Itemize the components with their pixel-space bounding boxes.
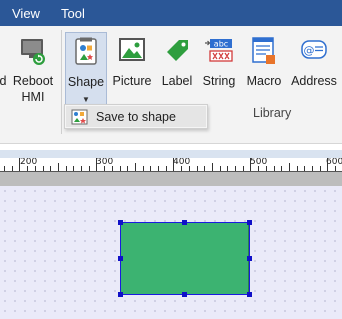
ruler-tick [335, 166, 337, 171]
ruler-tick [111, 166, 113, 171]
resize-handle-top[interactable] [182, 220, 187, 225]
resize-handle-right[interactable] [247, 256, 252, 261]
picture-label: Picture [112, 74, 152, 88]
svg-text:abc: abc [214, 40, 228, 49]
ruler-tick [11, 166, 13, 171]
ruler-tick [50, 166, 52, 171]
ruler-tick [312, 166, 313, 171]
shape-icon [75, 37, 97, 65]
ruler-tick [173, 158, 175, 171]
resize-handle-bottom-right[interactable] [247, 292, 252, 297]
resize-handle-top-left[interactable] [118, 220, 123, 225]
ruler-tick [219, 166, 221, 171]
ruler-tick [134, 163, 136, 171]
ruler-shadow [0, 172, 342, 186]
address-button[interactable]: @ Address [290, 32, 338, 124]
library-group-label: Library [253, 106, 292, 120]
ruler-tick [188, 166, 190, 171]
ruler-tick [204, 166, 206, 171]
ruler-tick [304, 166, 306, 171]
save-to-shape-label: Save to shape [96, 110, 176, 124]
partial-ribbon-label: d [0, 74, 7, 88]
partial-ribbon-button[interactable]: d [0, 32, 8, 124]
ruler-tick [235, 166, 236, 171]
ruler-tick [104, 166, 106, 171]
reboot-hmi-icon [21, 39, 45, 65]
ruler-tick [158, 166, 159, 171]
ruler-tick [150, 166, 152, 171]
chevron-down-icon[interactable]: ▼ [66, 95, 106, 104]
ruler-tick [65, 166, 67, 171]
macro-icon [252, 37, 275, 64]
ruler-tick [265, 166, 267, 171]
hmi-label: HMI [21, 90, 45, 104]
save-to-shape-icon [71, 109, 88, 125]
ruler-tick [96, 158, 98, 171]
save-to-shape-menu-item[interactable]: Save to shape [66, 106, 206, 127]
ruler-tick [227, 166, 229, 171]
ruler-tick [196, 166, 198, 171]
svg-text:@: @ [304, 44, 315, 57]
ruler-tick [142, 166, 144, 171]
ruler-tick [57, 163, 59, 171]
ruler-tick [42, 166, 44, 171]
ruler-tick [258, 166, 260, 171]
ruler-tick [181, 166, 183, 171]
menu-bar: View Tool [0, 0, 342, 26]
resize-handle-left[interactable] [118, 256, 123, 261]
ruler-tick [127, 166, 129, 171]
ruler-tick [88, 166, 90, 171]
ruler-tick [73, 166, 75, 171]
macro-label: Macro [246, 74, 282, 88]
shape-label: Shape [67, 75, 105, 89]
ruler-tick [242, 166, 244, 171]
ruler-tick [273, 166, 275, 171]
ruler-tick [19, 158, 21, 171]
ruler-tick [165, 166, 167, 171]
resize-handle-bottom[interactable] [182, 292, 187, 297]
resize-handle-top-right[interactable] [247, 220, 252, 225]
ruler-tick [211, 163, 213, 171]
ruler-tick [119, 166, 121, 171]
address-label: Address [291, 74, 337, 88]
string-label: String [202, 74, 236, 88]
ribbon-group-separator [61, 30, 62, 134]
address-icon: @ [301, 40, 327, 59]
ruler-tick [327, 158, 329, 171]
ruler-tick [81, 166, 82, 171]
ruler-header-strip [0, 150, 342, 158]
ruler-tick [319, 166, 321, 171]
menu-view[interactable]: View [12, 6, 40, 21]
reboot-label: Reboot [12, 74, 54, 88]
label-label: Label [161, 74, 193, 88]
ruler-tick [296, 166, 298, 171]
label-icon [167, 40, 188, 61]
resize-handle-bottom-left[interactable] [118, 292, 123, 297]
selected-rectangle-shape[interactable] [120, 222, 249, 295]
ruler-tick [34, 166, 36, 171]
reboot-hmi-button[interactable]: Reboot HMI [10, 32, 56, 124]
ruler-tick [288, 163, 290, 171]
ruler-label: 600 [326, 158, 342, 167]
horizontal-ruler: 200 300 400 500 600 [0, 158, 342, 172]
menu-tool[interactable]: Tool [61, 6, 85, 21]
picture-icon [119, 38, 145, 61]
ruler-tick [27, 166, 29, 171]
string-icon: abc [205, 39, 233, 62]
ruler-tick [281, 166, 283, 171]
shape-dropdown-menu: Save to shape [64, 104, 208, 129]
ruler-tick [250, 158, 252, 171]
ruler-tick [4, 166, 5, 171]
